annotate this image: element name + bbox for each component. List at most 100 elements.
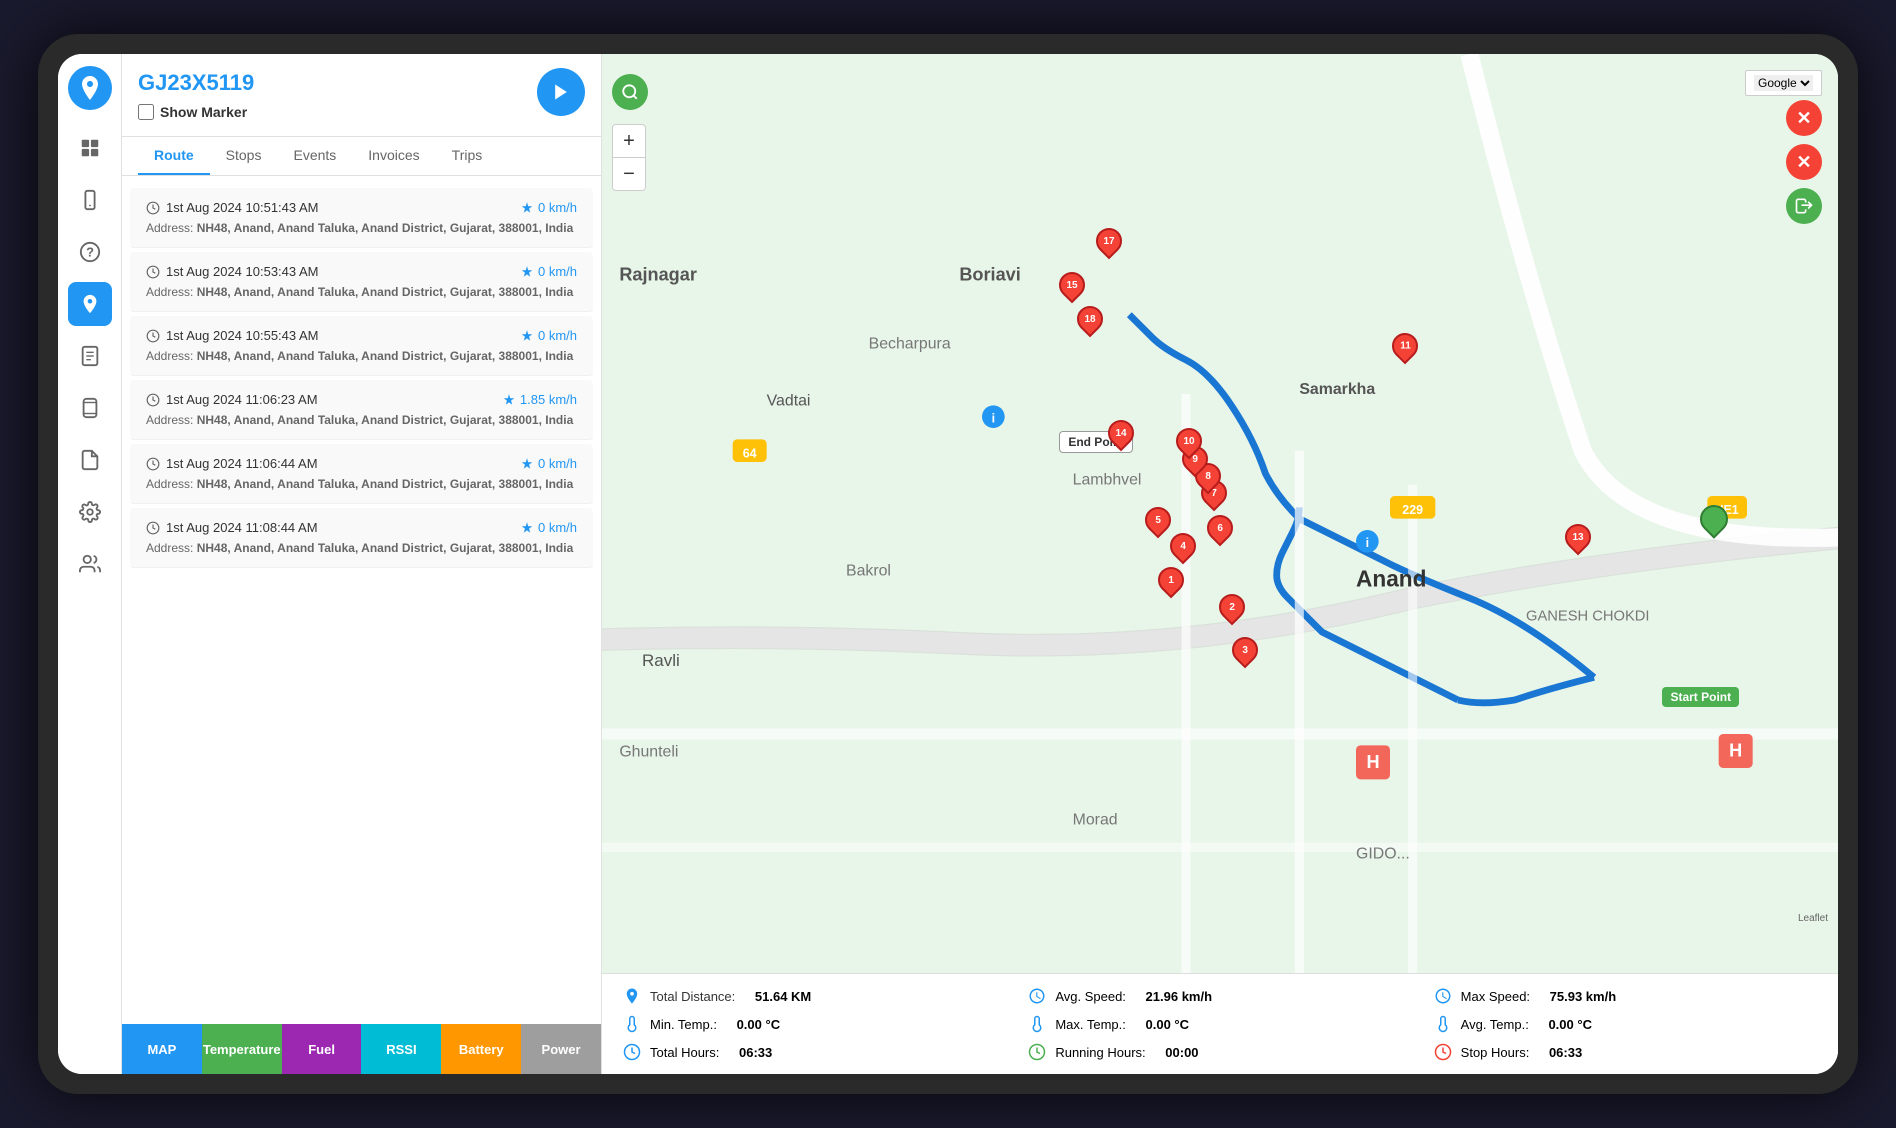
min-temp-label: Min. Temp.: — [650, 1017, 717, 1032]
max-speed-label: Max Speed: — [1461, 989, 1530, 1004]
google-select[interactable]: Google — [1754, 75, 1813, 91]
zoom-in-button[interactable]: + — [613, 125, 645, 157]
map-pin-2: 2 — [1219, 594, 1245, 620]
app-logo[interactable] — [68, 66, 112, 110]
svg-text:?: ? — [86, 245, 94, 260]
stat-avg-speed: Avg. Speed: 21.96 km/h — [1027, 986, 1412, 1006]
bottom-tab-fuel[interactable]: Fuel — [282, 1024, 362, 1074]
route-item: 1st Aug 2024 10:53:43 AM 0 km/h Address:… — [130, 252, 593, 312]
sidebar-item-users[interactable] — [68, 542, 112, 586]
route-item: 1st Aug 2024 10:51:43 AM 0 km/h Address:… — [130, 188, 593, 248]
min-temp-value: 0.00 °C — [737, 1017, 781, 1032]
route-speed: 0 km/h — [520, 264, 577, 279]
tab-invoices[interactable]: Invoices — [352, 137, 435, 175]
google-label: Google — [1745, 70, 1822, 96]
map-pin-13: 13 — [1565, 524, 1591, 550]
stat-stop-hours: Stop Hours: 06:33 — [1433, 1042, 1818, 1062]
sidebar-item-mobile[interactable] — [68, 386, 112, 430]
show-marker-checkbox[interactable] — [138, 104, 154, 120]
map-search-button[interactable] — [612, 74, 648, 110]
avg-speed-label: Avg. Speed: — [1055, 989, 1126, 1004]
exit-button[interactable] — [1786, 188, 1822, 224]
bottom-tab-power[interactable]: Power — [521, 1024, 601, 1074]
sidebar-item-help[interactable]: ? — [68, 230, 112, 274]
avg-speed-icon — [1027, 986, 1047, 1006]
map-pin-start — [1700, 505, 1728, 533]
tab-stops[interactable]: Stops — [210, 137, 278, 175]
stat-total-hours: Total Hours: 06:33 — [622, 1042, 1007, 1062]
bottom-tab-temperature[interactable]: Temperature — [202, 1024, 282, 1074]
stat-max-temp: Max. Temp.: 0.00 °C — [1027, 1014, 1412, 1034]
stop-hours-label: Stop Hours: — [1461, 1045, 1530, 1060]
stat-min-temp: Min. Temp.: 0.00 °C — [622, 1014, 1007, 1034]
play-button[interactable] — [537, 68, 585, 116]
sidebar-item-reports[interactable] — [68, 334, 112, 378]
tab-trips[interactable]: Trips — [436, 137, 499, 175]
stat-total-distance: Total Distance: 51.64 KM — [622, 986, 1007, 1006]
bottom-tabs: MAPTemperatureFuelRSSIBatteryPower — [122, 1024, 601, 1074]
route-speed: 1.85 km/h — [502, 392, 577, 407]
running-hours-label: Running Hours: — [1055, 1045, 1145, 1060]
tab-events[interactable]: Events — [277, 137, 352, 175]
distance-icon — [622, 986, 642, 1006]
map-pin-10: 10 — [1176, 428, 1202, 454]
map-pin-18: 18 — [1077, 306, 1103, 332]
tab-route[interactable]: Route — [138, 137, 210, 175]
show-marker-container: Show Marker — [138, 104, 585, 120]
total-distance-value: 51.64 KM — [755, 989, 811, 1004]
panel-header: GJ23X5119 Show Marker — [122, 54, 601, 137]
zoom-out-button[interactable]: − — [613, 158, 645, 190]
route-time: 1st Aug 2024 11:06:23 AM — [146, 392, 318, 407]
bottom-tab-map[interactable]: MAP — [122, 1024, 202, 1074]
sidebar-item-document[interactable] — [68, 438, 112, 482]
total-hours-value: 06:33 — [739, 1045, 772, 1060]
map-pin-14: 14 — [1108, 420, 1134, 446]
close-button-x[interactable]: ✕ — [1786, 144, 1822, 180]
route-time: 1st Aug 2024 10:53:43 AM — [146, 264, 319, 279]
vehicle-id: GJ23X5119 — [138, 70, 585, 96]
sidebar-item-device[interactable] — [68, 178, 112, 222]
total-distance-label: Total Distance: — [650, 989, 735, 1004]
map-pin-4: 4 — [1170, 533, 1196, 559]
close-button-top[interactable]: ✕ — [1786, 100, 1822, 136]
route-address: Address: NH48, Anand, Anand Taluka, Anan… — [146, 477, 577, 491]
avg-temp-icon — [1433, 1014, 1453, 1034]
route-list: 1st Aug 2024 10:51:43 AM 0 km/h Address:… — [122, 176, 601, 1024]
route-time: 1st Aug 2024 11:06:44 AM — [146, 456, 318, 471]
panel: GJ23X5119 Show Marker Route Stops Events… — [122, 54, 602, 1074]
route-address: Address: NH48, Anand, Anand Taluka, Anan… — [146, 349, 577, 363]
sidebar-item-dashboard[interactable] — [68, 126, 112, 170]
map-stats-bar: Total Distance: 51.64 KM Avg. Speed: 21.… — [602, 973, 1838, 1074]
route-speed: 0 km/h — [520, 456, 577, 471]
route-item: 1st Aug 2024 11:06:44 AM 0 km/h Address:… — [130, 444, 593, 504]
tabs-bar: Route Stops Events Invoices Trips — [122, 137, 601, 176]
map-pin-11: 11 — [1392, 333, 1418, 359]
sidebar-item-tracking[interactable] — [68, 282, 112, 326]
stat-running-hours: Running Hours: 00:00 — [1027, 1042, 1412, 1062]
start-label: Start Point — [1662, 687, 1739, 707]
stat-avg-temp: Avg. Temp.: 0.00 °C — [1433, 1014, 1818, 1034]
max-speed-value: 75.93 km/h — [1550, 989, 1617, 1004]
map-pin-3: 3 — [1232, 637, 1258, 663]
max-temp-label: Max. Temp.: — [1055, 1017, 1126, 1032]
map-pin-17: 17 — [1096, 228, 1122, 254]
avg-temp-value: 0.00 °C — [1548, 1017, 1592, 1032]
route-item: 1st Aug 2024 11:06:23 AM 1.85 km/h Addre… — [130, 380, 593, 440]
bottom-tab-battery[interactable]: Battery — [441, 1024, 521, 1074]
sidebar-item-settings[interactable] — [68, 490, 112, 534]
map-area: 64 229 NE1 Rajnagar Boriavi Becharpura A… — [602, 54, 1838, 1074]
bottom-tab-rssi[interactable]: RSSI — [361, 1024, 441, 1074]
max-temp-icon — [1027, 1014, 1047, 1034]
max-speed-icon — [1433, 986, 1453, 1006]
route-item: 1st Aug 2024 10:55:43 AM 0 km/h Address:… — [130, 316, 593, 376]
max-temp-value: 0.00 °C — [1146, 1017, 1190, 1032]
running-hours-icon — [1027, 1042, 1047, 1062]
route-time: 1st Aug 2024 10:55:43 AM — [146, 328, 319, 343]
sidebar: ? — [58, 54, 122, 1074]
map-pin-6: 6 — [1207, 515, 1233, 541]
stat-max-speed: Max Speed: 75.93 km/h — [1433, 986, 1818, 1006]
start-point-label: Start Point — [1662, 687, 1739, 707]
zoom-controls: + − — [612, 124, 646, 191]
stop-hours-icon — [1433, 1042, 1453, 1062]
route-speed: 0 km/h — [520, 328, 577, 343]
